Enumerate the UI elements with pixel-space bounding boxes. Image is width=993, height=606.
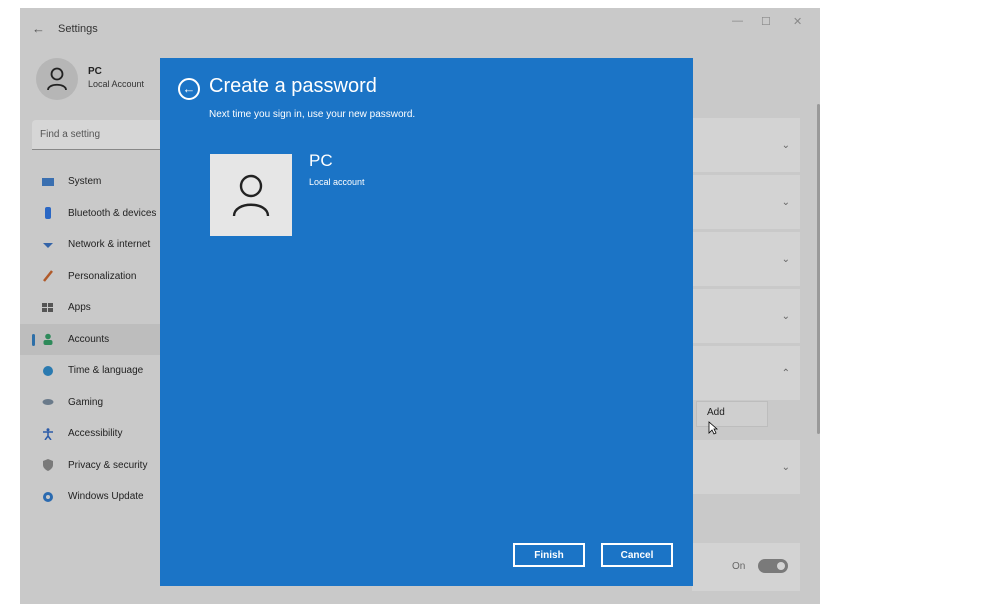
user-account-type: Local account bbox=[309, 177, 365, 187]
chevron-down-icon: ⌄ bbox=[781, 462, 790, 473]
scrollbar[interactable] bbox=[817, 104, 820, 434]
dialog-subtitle: Next time you sign in, use your new pass… bbox=[209, 109, 416, 120]
chevron-down-icon: ⌄ bbox=[781, 140, 790, 151]
dialog-back-button[interactable]: ← bbox=[178, 78, 200, 100]
finish-button[interactable]: Finish bbox=[513, 543, 585, 567]
add-button[interactable]: Add bbox=[696, 401, 768, 427]
toggle-switch[interactable] bbox=[758, 559, 788, 573]
mouse-cursor-icon bbox=[708, 421, 718, 435]
chevron-down-icon: ⌄ bbox=[781, 197, 790, 208]
toggle-label: On bbox=[732, 561, 746, 572]
dialog-title: Create a password bbox=[209, 75, 377, 97]
cancel-button[interactable]: Cancel bbox=[601, 543, 673, 567]
create-password-dialog: ← Create a password Next time you sign i… bbox=[160, 58, 693, 586]
chevron-down-icon: ⌄ bbox=[781, 254, 790, 265]
settings-card[interactable]: ⌄ bbox=[692, 118, 800, 172]
settings-card-expanded[interactable]: ⌃ bbox=[692, 346, 800, 400]
back-arrow-icon: ← bbox=[182, 81, 196, 96]
settings-card[interactable]: ⌄ bbox=[692, 175, 800, 229]
settings-card[interactable]: ⌄ bbox=[692, 232, 800, 286]
settings-card[interactable]: ⌄ bbox=[692, 440, 800, 494]
user-avatar-tile bbox=[210, 154, 292, 236]
chevron-down-icon: ⌄ bbox=[781, 311, 790, 322]
person-icon bbox=[232, 174, 270, 217]
chevron-up-icon: ⌃ bbox=[781, 368, 790, 379]
settings-card[interactable]: ⌄ bbox=[692, 289, 800, 343]
toggle-row: On bbox=[692, 543, 800, 591]
user-name: PC bbox=[309, 151, 333, 170]
